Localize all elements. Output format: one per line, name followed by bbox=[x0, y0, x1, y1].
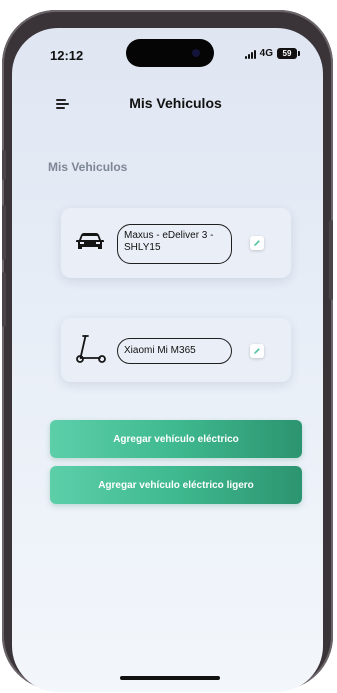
mute-switch bbox=[2, 150, 6, 180]
car-icon bbox=[75, 232, 105, 257]
pencil-icon bbox=[254, 348, 260, 354]
volume-down-button bbox=[2, 272, 6, 327]
scooter-icon bbox=[75, 334, 107, 369]
battery-icon: 59 bbox=[277, 48, 300, 59]
screen: 12:12 4G 59 Mis Vehiculos Mis Vehiculos bbox=[12, 28, 323, 692]
status-indicators: 4G 59 bbox=[244, 48, 300, 59]
edit-vehicle-button[interactable] bbox=[250, 344, 264, 358]
vehicle-name-field[interactable]: Xiaomi Mi M365 bbox=[117, 338, 232, 364]
home-indicator[interactable] bbox=[120, 676, 220, 680]
section-title: Mis Vehiculos bbox=[48, 160, 128, 174]
edit-vehicle-button[interactable] bbox=[250, 236, 264, 250]
signal-icon bbox=[244, 49, 256, 59]
pencil-icon bbox=[254, 240, 260, 246]
vehicle-card[interactable]: Maxus - eDeliver 3 - SHLY15 bbox=[61, 208, 291, 278]
status-bar: 12:12 4G 59 bbox=[12, 28, 323, 72]
camera-icon bbox=[192, 49, 200, 57]
dynamic-island bbox=[126, 39, 214, 67]
volume-up-button bbox=[2, 205, 6, 260]
network-label: 4G bbox=[259, 48, 273, 59]
vehicle-name-field[interactable]: Maxus - eDeliver 3 - SHLY15 bbox=[117, 224, 232, 264]
add-light-electric-vehicle-button[interactable]: Agregar vehículo eléctrico ligero bbox=[50, 466, 302, 504]
add-electric-vehicle-button[interactable]: Agregar vehículo eléctrico bbox=[50, 420, 302, 458]
status-time: 12:12 bbox=[50, 48, 84, 63]
vehicle-card[interactable]: Xiaomi Mi M365 bbox=[61, 318, 291, 382]
page-title: Mis Vehiculos bbox=[129, 95, 222, 111]
phone-frame: 12:12 4G 59 Mis Vehiculos Mis Vehiculos bbox=[2, 10, 333, 692]
power-button bbox=[329, 220, 333, 300]
